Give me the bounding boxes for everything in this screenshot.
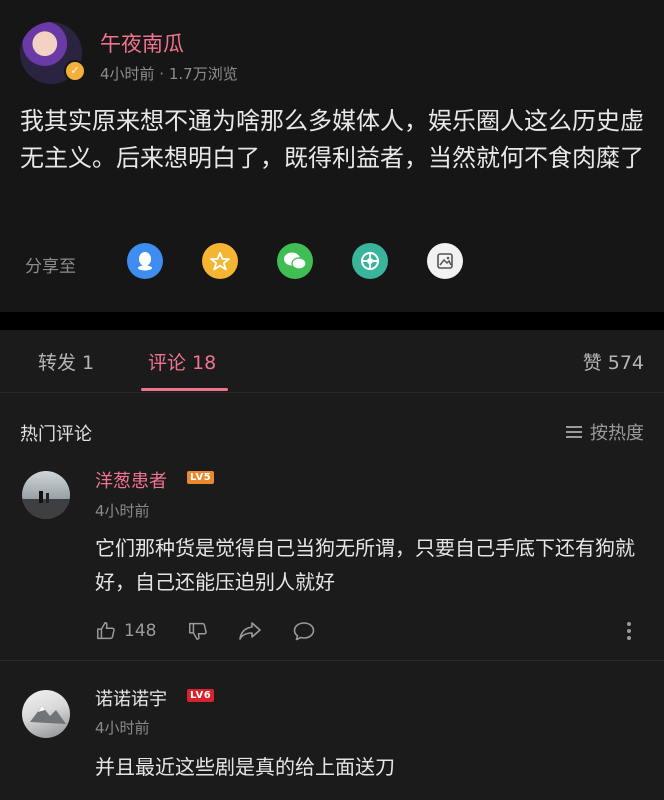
comments-section: 热门评论 按热度 洋葱患者 LV5 4小时前 它们那种货是觉得自己当狗无所谓，只… — [0, 393, 664, 800]
commenter-name[interactable]: 洋葱患者 — [95, 467, 167, 493]
level-badge: LV5 — [187, 471, 215, 484]
comment-bubble-icon — [293, 622, 315, 641]
thumbs-down-icon — [189, 622, 207, 640]
share-comment-button[interactable] — [238, 620, 262, 642]
like-count: 148 — [124, 621, 157, 641]
sort-label: 按热度 — [590, 423, 644, 444]
wechat-icon[interactable] — [277, 243, 313, 279]
reply-button[interactable] — [292, 620, 316, 642]
moments-icon[interactable] — [352, 243, 388, 279]
more-options-icon[interactable] — [627, 622, 631, 643]
menu-lines-icon — [566, 425, 582, 439]
hot-comments-title: 热门评论 — [20, 424, 92, 445]
level-badge: LV6 — [187, 689, 215, 702]
post-card: ✓ 午夜南瓜 4小时前 · 1.7万浏览 我其实原来想不通为啥那么多媒体人，娱乐… — [0, 0, 664, 312]
sort-by-hot-button[interactable]: 按热度 — [566, 419, 644, 445]
qq-icon[interactable] — [127, 243, 163, 279]
post-author-name[interactable]: 午夜南瓜 — [100, 28, 184, 58]
comment-text: 并且最近这些剧是真的给上面送刀 — [95, 755, 395, 779]
thumbs-up-icon — [97, 622, 115, 640]
like-button[interactable]: 148 — [95, 620, 156, 642]
post-tabs: 转发 1 评论 18 赞 574 — [0, 330, 664, 393]
dislike-button[interactable] — [187, 620, 209, 642]
author-avatar[interactable]: ✓ — [20, 22, 86, 84]
active-tab-indicator — [141, 388, 228, 391]
tab-comments[interactable]: 评论 18 — [148, 348, 216, 375]
comment-time: 4小时前 — [95, 719, 150, 737]
share-arrow-icon — [239, 622, 261, 640]
post-body: 我其实原来想不通为啥那么多媒体人，娱乐圈人这么历史虚无主义。后来想明白了，既得利… — [20, 107, 644, 172]
commenter-avatar[interactable] — [22, 690, 70, 738]
comment-divider — [0, 660, 664, 661]
commenter-name[interactable]: 诺诺诺宇 — [95, 685, 167, 711]
tab-repost[interactable]: 转发 1 — [38, 348, 94, 375]
share-label: 分享至 — [25, 257, 76, 277]
post-meta: 4小时前 · 1.7万浏览 — [100, 65, 238, 83]
section-separator — [0, 312, 664, 330]
commenter-avatar[interactable] — [22, 471, 70, 519]
comment-time: 4小时前 — [95, 502, 150, 520]
comment-text: 它们那种货是觉得自己当狗无所谓，只要自己手底下还有狗就好，自己还能压迫别人就好 — [95, 536, 635, 594]
save-image-icon[interactable] — [427, 243, 463, 279]
tab-likes[interactable]: 赞 574 — [583, 348, 644, 375]
verified-badge-icon: ✓ — [64, 60, 86, 82]
qzone-icon[interactable] — [202, 243, 238, 279]
